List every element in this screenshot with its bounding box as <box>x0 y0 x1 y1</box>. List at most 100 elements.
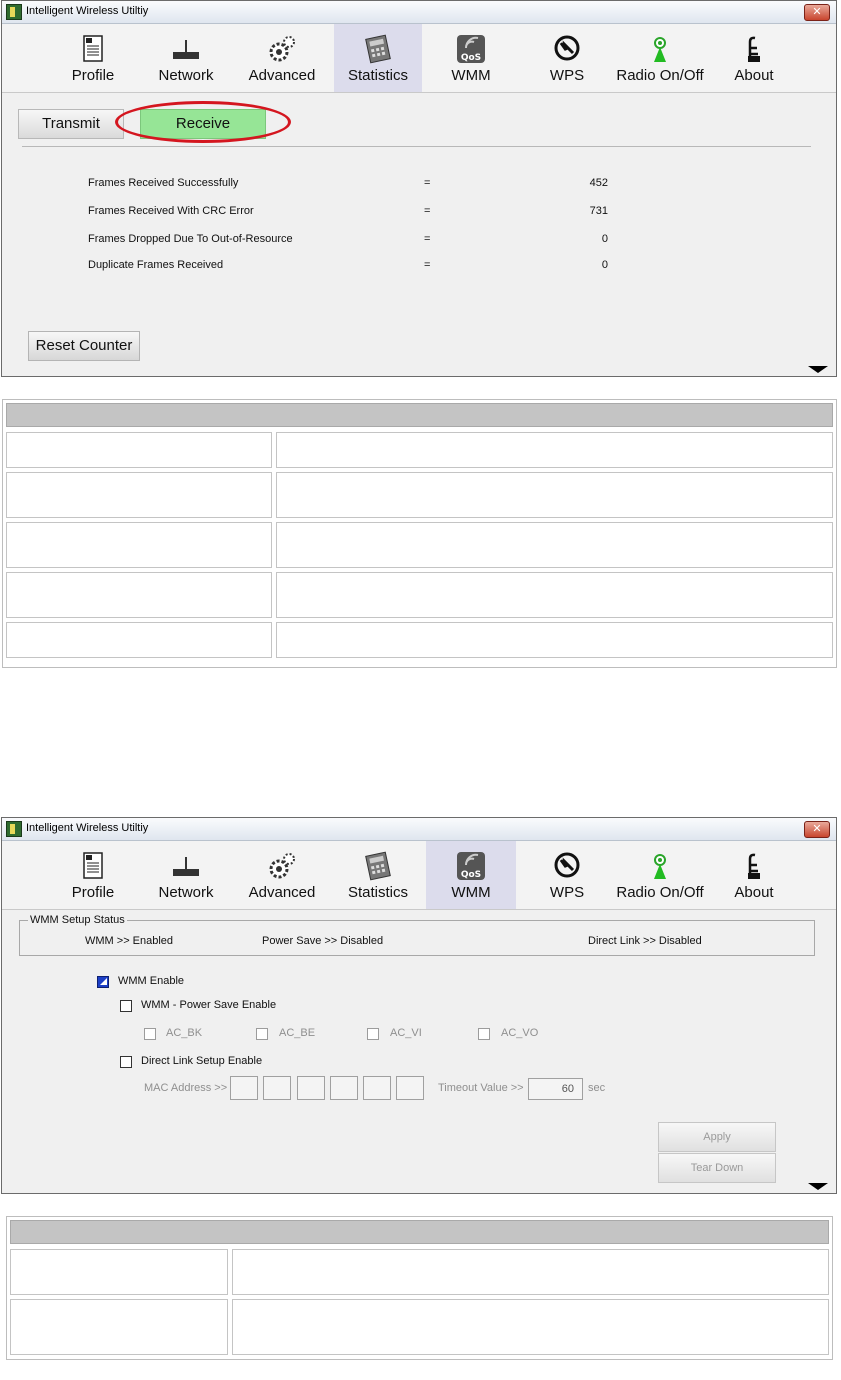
toolbar-label: Profile <box>71 67 115 84</box>
toolbar-label: WPS <box>549 67 585 84</box>
toolbar-statistics[interactable]: Statistics <box>334 24 422 92</box>
table-cell <box>10 1249 228 1295</box>
stat-row: Frames Dropped Due To Out-of-Resource = … <box>88 233 648 249</box>
toolbar-wps[interactable]: WPS <box>538 24 596 92</box>
mac-octet-2-input[interactable] <box>263 1076 291 1100</box>
toolbar-about[interactable]: About <box>728 24 780 92</box>
toolbar-statistics[interactable]: Statistics <box>334 841 422 909</box>
toolbar-label: Advanced <box>248 67 316 84</box>
scroll-down-icon[interactable] <box>808 1183 828 1190</box>
table-cell <box>276 522 833 568</box>
advanced-icon <box>269 36 295 62</box>
mac-octet-1-input[interactable] <box>230 1076 258 1100</box>
direct-link-status: Direct Link >> Disabled <box>588 935 702 947</box>
ac-vi-checkbox[interactable] <box>367 1028 379 1040</box>
toolbar-network[interactable]: Network <box>152 24 220 92</box>
table-header <box>10 1220 829 1244</box>
mac-octet-4-input[interactable] <box>330 1076 358 1100</box>
toolbar-label: Radio On/Off <box>616 67 704 84</box>
timeout-input[interactable]: 60 <box>528 1078 583 1100</box>
wmm-content: WMM Setup Status WMM >> Enabled Power Sa… <box>2 910 836 1195</box>
table-row <box>6 622 833 658</box>
statistics-icon <box>365 851 391 881</box>
tab-transmit[interactable]: Transmit <box>18 109 124 139</box>
toolbar-advanced[interactable]: Advanced <box>244 24 320 92</box>
window-title: Intelligent Wireless Utiltiy <box>26 822 149 834</box>
mac-octet-3-input[interactable] <box>297 1076 325 1100</box>
table-cell <box>6 432 272 468</box>
power-save-checkbox[interactable] <box>120 1000 132 1012</box>
mac-octet-5-input[interactable] <box>363 1076 391 1100</box>
toolbar-profile[interactable]: Profile <box>64 24 122 92</box>
window-title: Intelligent Wireless Utiltiy <box>26 5 149 17</box>
toolbar-wmm[interactable]: QoS WMM <box>426 24 516 92</box>
toolbar-label: Network <box>158 67 214 84</box>
reset-counter-button[interactable]: Reset Counter <box>28 331 140 361</box>
close-button[interactable]: ✕ <box>804 4 830 21</box>
stat-row: Frames Received With CRC Error = 731 <box>88 205 648 221</box>
toolbar-label: Radio On/Off <box>616 884 704 901</box>
qos-text: QoS <box>461 870 481 880</box>
power-save-status: Power Save >> Disabled <box>262 935 384 947</box>
toolbar-label: Advanced <box>248 884 316 901</box>
mac-octet-6-input[interactable] <box>396 1076 424 1100</box>
ac-vo-checkbox[interactable] <box>478 1028 490 1040</box>
table-row <box>10 1299 829 1355</box>
apply-button[interactable]: Apply <box>658 1122 776 1152</box>
stat-value: 731 <box>589 205 608 217</box>
toolbar-label: Network <box>158 884 214 901</box>
tear-down-button[interactable]: Tear Down <box>658 1153 776 1183</box>
tab-divider <box>22 146 811 147</box>
network-icon <box>173 857 199 876</box>
description-table <box>2 399 837 668</box>
toolbar-radio[interactable]: Radio On/Off <box>610 841 710 909</box>
toolbar-label: WPS <box>549 884 585 901</box>
stat-equals: = <box>424 205 431 217</box>
wmm-enable-checkbox[interactable] <box>97 976 109 988</box>
stat-label: Frames Received Successfully <box>88 177 239 189</box>
wmm-setup-status-group: WMM Setup Status WMM >> Enabled Power Sa… <box>19 914 815 956</box>
table-cell <box>276 432 833 468</box>
toolbar-label: WMM <box>451 67 491 84</box>
toolbar-label: WMM <box>451 884 491 901</box>
toolbar-wmm[interactable]: QoS WMM <box>426 841 516 909</box>
timeout-label: Timeout Value >> <box>438 1082 524 1094</box>
ac-vo-label: AC_VO <box>501 1027 539 1039</box>
radio-icon <box>654 854 666 879</box>
stat-equals: = <box>424 177 431 189</box>
scroll-down-icon[interactable] <box>808 366 828 373</box>
toolbar-profile[interactable]: Profile <box>64 841 122 909</box>
toolbar-advanced[interactable]: Advanced <box>244 841 320 909</box>
ac-be-checkbox[interactable] <box>256 1028 268 1040</box>
profile-icon <box>83 852 103 879</box>
direct-link-checkbox[interactable] <box>120 1056 132 1068</box>
table-cell <box>6 572 272 618</box>
table-cell <box>276 572 833 618</box>
table-row <box>6 472 833 518</box>
statistics-icon <box>365 34 391 64</box>
statistics-content: Transmit Receive Frames Received Success… <box>2 93 836 378</box>
toolbar-radio[interactable]: Radio On/Off <box>610 24 710 92</box>
table-row <box>6 572 833 618</box>
table-cell <box>232 1299 829 1355</box>
stat-value: 0 <box>601 259 608 271</box>
advanced-icon <box>269 853 295 879</box>
toolbar-network[interactable]: Network <box>152 841 220 909</box>
stat-label: Duplicate Frames Received <box>88 259 224 271</box>
ac-be-label: AC_BE <box>279 1027 316 1039</box>
table-cell <box>232 1249 829 1295</box>
toolbar-about[interactable]: About <box>728 841 780 909</box>
table-cell <box>6 522 272 568</box>
highlight-oval <box>115 101 291 143</box>
table-row <box>10 1249 829 1295</box>
about-icon <box>748 853 760 879</box>
statistics-window: Intelligent Wireless Utiltiy ✕ Profile N… <box>1 0 837 377</box>
toolbar-label: About <box>734 884 774 901</box>
table-row <box>6 522 833 568</box>
toolbar-label: Profile <box>71 884 115 901</box>
close-button[interactable]: ✕ <box>804 821 830 838</box>
wps-icon <box>554 852 580 878</box>
ac-bk-checkbox[interactable] <box>144 1028 156 1040</box>
table-cell <box>6 622 272 658</box>
toolbar-wps[interactable]: WPS <box>538 841 596 909</box>
